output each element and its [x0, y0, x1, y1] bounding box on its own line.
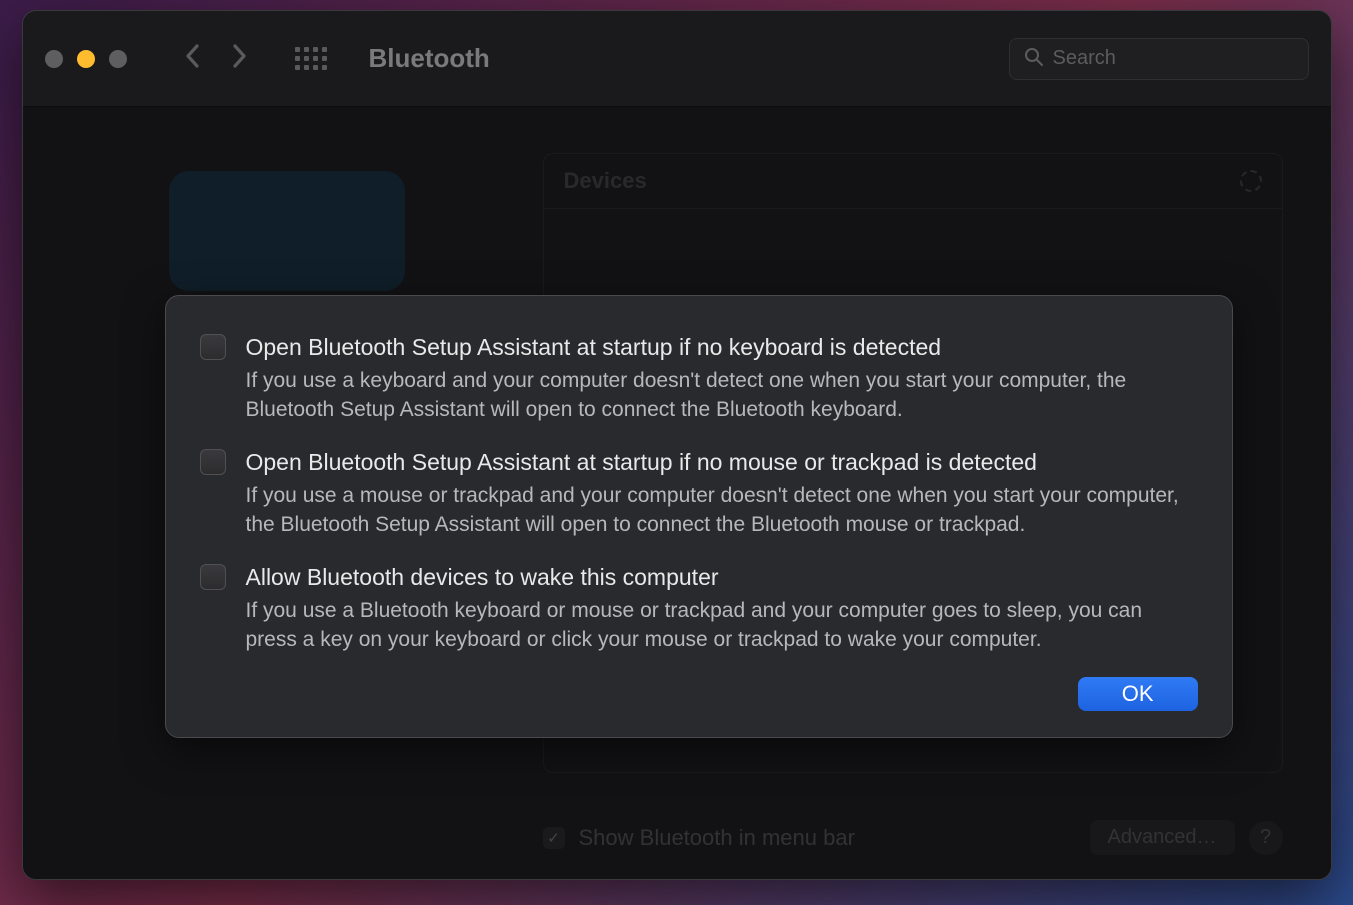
search-field[interactable]: [1009, 38, 1309, 80]
content-area: Devices ✓ Show Bluetooth in menu bar Adv…: [23, 107, 1331, 879]
modal-actions: OK: [200, 677, 1198, 711]
close-window-button[interactable]: [45, 50, 63, 68]
modal-option: Allow Bluetooth devices to wake this com…: [200, 562, 1198, 655]
option-title: Open Bluetooth Setup Assistant at startu…: [246, 332, 1198, 363]
option-keyboard-checkbox[interactable]: [200, 334, 226, 360]
option-mouse-checkbox[interactable]: [200, 449, 226, 475]
advanced-modal: Open Bluetooth Setup Assistant at startu…: [165, 295, 1233, 738]
option-text-block: Open Bluetooth Setup Assistant at startu…: [246, 332, 1198, 425]
modal-option: Open Bluetooth Setup Assistant at startu…: [200, 447, 1198, 540]
traffic-lights: [45, 50, 127, 68]
minimize-window-button[interactable]: [77, 50, 95, 68]
search-input[interactable]: [1053, 47, 1294, 70]
modal-option: Open Bluetooth Setup Assistant at startu…: [200, 332, 1198, 425]
history-nav: [183, 42, 249, 75]
option-wake-checkbox[interactable]: [200, 564, 226, 590]
forward-button[interactable]: [231, 42, 249, 75]
option-title: Open Bluetooth Setup Assistant at startu…: [246, 447, 1198, 478]
option-title: Allow Bluetooth devices to wake this com…: [246, 562, 1198, 593]
option-text-block: Allow Bluetooth devices to wake this com…: [246, 562, 1198, 655]
window-title: Bluetooth: [369, 43, 490, 74]
ok-button[interactable]: OK: [1078, 677, 1198, 711]
toolbar: Bluetooth: [23, 11, 1331, 107]
search-icon: [1024, 47, 1043, 71]
back-button[interactable]: [183, 42, 201, 75]
show-all-icon[interactable]: [295, 47, 327, 70]
preferences-window: Bluetooth Devices ✓ Show Bluetooth in me…: [22, 10, 1332, 880]
option-desc: If you use a mouse or trackpad and your …: [246, 482, 1198, 540]
zoom-window-button[interactable]: [109, 50, 127, 68]
option-desc: If you use a keyboard and your computer …: [246, 367, 1198, 425]
option-text-block: Open Bluetooth Setup Assistant at startu…: [246, 447, 1198, 540]
option-desc: If you use a Bluetooth keyboard or mouse…: [246, 597, 1198, 655]
